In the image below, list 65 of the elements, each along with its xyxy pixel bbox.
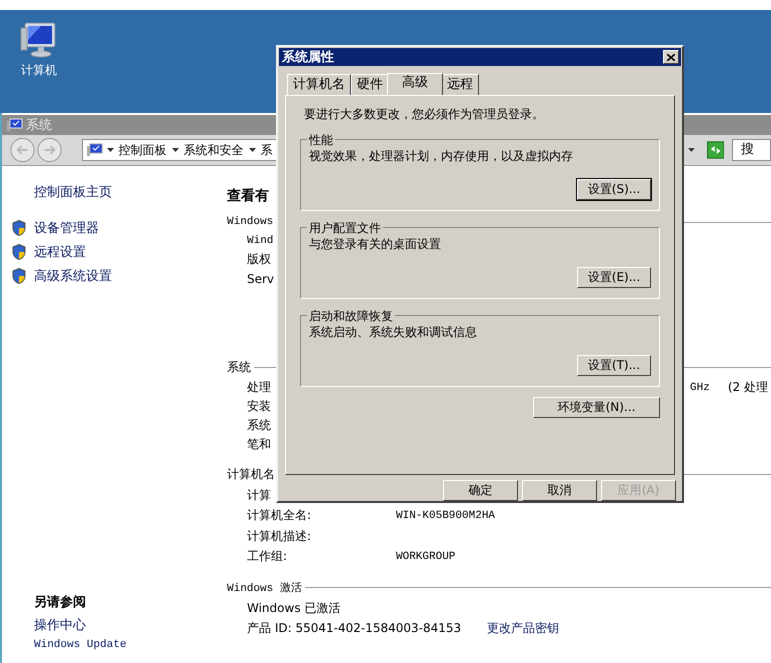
computer-icon — [7, 118, 23, 132]
info-label: Wind — [247, 234, 274, 246]
settings-button[interactable]: 设置(T)... — [577, 355, 651, 376]
info-label: Windows 已激活 — [247, 600, 340, 617]
sidebar-link[interactable]: Windows Update — [34, 639, 227, 651]
group-title: 用户配置文件 — [307, 220, 383, 237]
shield-icon — [12, 220, 26, 236]
info-label: 系统 — [247, 417, 271, 434]
tab[interactable]: 远程 — [441, 74, 479, 95]
computer-icon — [87, 143, 104, 157]
page-heading: 查看有 — [227, 187, 269, 205]
tab[interactable]: 计算机名 — [287, 74, 351, 95]
shield-icon — [12, 268, 26, 284]
section-title: 系统 — [227, 358, 251, 376]
info-label: 产品 ID: 55041-402-1584003-84153 — [247, 620, 462, 638]
sidebar-link[interactable]: 操作中心 — [34, 616, 227, 634]
info-label: 工作组: — [247, 548, 288, 566]
tab[interactable]: 高级 — [387, 73, 443, 95]
info-label: 计算 — [247, 486, 271, 504]
caret-icon[interactable] — [249, 148, 256, 152]
caret-icon[interactable] — [172, 148, 180, 152]
window-title: 系统属性 — [282, 48, 334, 66]
info-label: 安装 — [247, 398, 271, 415]
info-label: 计算机全名: — [247, 507, 312, 524]
sidebar-link[interactable]: 控制面板主页 — [12, 183, 227, 201]
change-key-link[interactable]: 更改产品密钥 — [487, 620, 560, 638]
note-text: 要进行大多数更改，您必须作为管理员登录。 — [304, 106, 545, 123]
desktop-icon-label[interactable]: 计算机 — [21, 62, 57, 79]
group-description: 系统启动、系统失败和调试信息 — [309, 324, 478, 341]
sidebar-link[interactable]: 设备管理器 — [34, 219, 99, 237]
caret-icon[interactable] — [688, 148, 695, 152]
section-heading: 另请参阅 — [34, 594, 87, 611]
info-label: 笔和 — [247, 436, 271, 453]
sidebar-link[interactable]: 高级系统设置 — [34, 267, 112, 285]
info-value: (2 处理 — [728, 379, 768, 396]
group-title: 启动和故障恢复 — [307, 308, 395, 325]
info-label: 处理 — [247, 379, 271, 396]
group-title: 性能 — [307, 132, 335, 149]
breadcrumb-item[interactable]: 控制面板 — [118, 142, 166, 158]
info-label: 计算机描述: — [247, 528, 312, 545]
section-title: Windows — [227, 216, 274, 228]
caret-icon[interactable] — [107, 148, 114, 152]
close-button[interactable] — [663, 50, 679, 64]
section-title: 计算机名 — [227, 466, 275, 482]
environment-variables-button[interactable]: 环境变量(N)... — [533, 397, 660, 418]
breadcrumb-item[interactable]: 系 — [260, 142, 272, 158]
section-title: Windows 激活 — [227, 581, 302, 594]
search-field[interactable]: 搜 — [732, 139, 771, 161]
close-icon[interactable] — [667, 54, 675, 60]
settings-button[interactable]: 设置(E)... — [577, 267, 651, 288]
info-value: WIN-K05B900M2HA — [396, 510, 496, 522]
settings-button[interactable]: 设置(S)... — [577, 179, 651, 200]
shield-icon — [12, 244, 26, 260]
info-label: 版权 — [247, 251, 271, 268]
info-label: Serv — [247, 272, 274, 286]
breadcrumb-item[interactable]: 系统和安全 — [183, 142, 244, 158]
sidebar-link[interactable]: 远程设置 — [34, 243, 86, 261]
window-title: 系统 — [26, 117, 52, 134]
info-value: WORKGROUP — [396, 550, 456, 563]
group-description: 与您登录有关的桌面设置 — [309, 236, 442, 253]
info-value: GHz — [690, 382, 710, 394]
refresh-icon[interactable] — [706, 141, 724, 159]
dialog-button[interactable]: 取消 — [522, 480, 597, 501]
dialog-button[interactable]: 确定 — [443, 480, 518, 501]
group-description: 视觉效果，处理器计划，内存使用，以及虚拟内存 — [309, 148, 574, 165]
